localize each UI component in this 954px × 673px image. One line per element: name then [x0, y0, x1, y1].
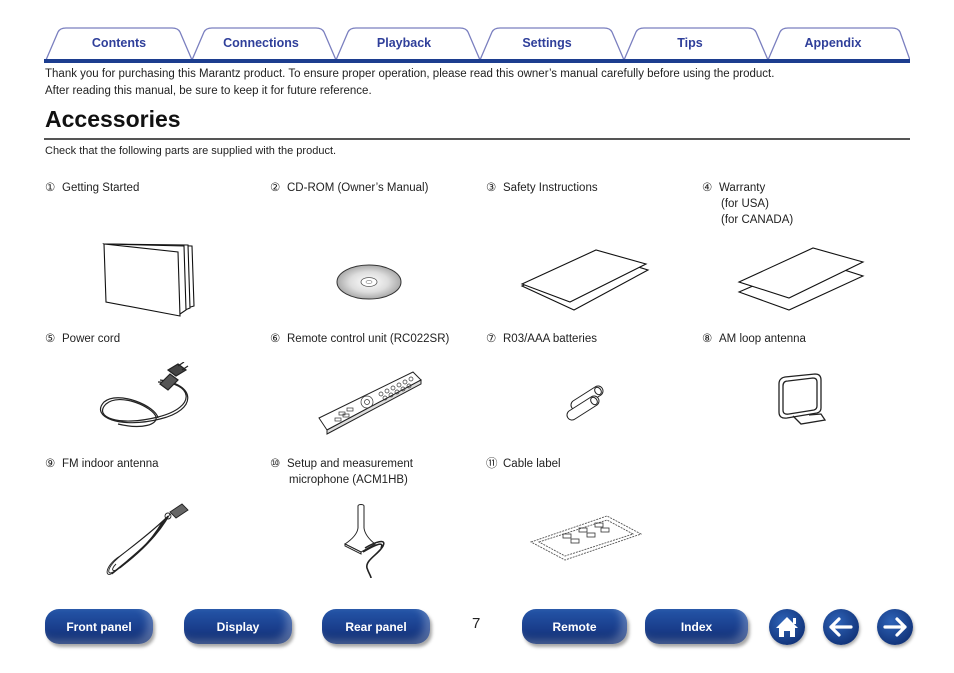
accessory-label-remote-control: ⑥ Remote control unit (RC022SR) — [270, 333, 450, 345]
arrow-right-icon — [883, 617, 907, 637]
remote-control-icon — [318, 371, 422, 435]
intro-line-1: Thank you for purchasing this Marantz pr… — [45, 68, 775, 80]
accessory-label-power-cord: ⑤ Power cord — [45, 333, 121, 345]
accessory-label-fm-antenna: ⑨ FM indoor antenna — [45, 458, 159, 470]
cable-label-icon — [529, 515, 643, 561]
accessory-label-batteries: ⑦ R03/AAA batteries — [486, 333, 597, 345]
accessory-label-safety-instructions: ③ Safety Instructions — [486, 182, 598, 194]
am-loop-antenna-icon — [778, 373, 827, 425]
tab-tips[interactable]: Tips — [635, 36, 745, 50]
rear-panel-button[interactable]: Rear panel — [322, 609, 430, 644]
page-title: Accessories — [45, 106, 181, 132]
tab-appendix[interactable]: Appendix — [778, 36, 888, 50]
section-subtext: Check that the following parts are suppl… — [45, 145, 337, 157]
accessory-label-am-loop-antenna: ⑧ AM loop antenna — [702, 333, 806, 345]
accessory-label-getting-started: ① Getting Started — [45, 182, 140, 194]
back-button[interactable] — [823, 609, 859, 645]
front-panel-button[interactable]: Front panel — [45, 609, 153, 644]
tab-contents[interactable]: Contents — [64, 36, 174, 50]
tab-settings[interactable]: Settings — [492, 36, 602, 50]
home-icon — [776, 617, 798, 637]
tab-playback[interactable]: Playback — [349, 36, 459, 50]
power-cord-icon — [100, 362, 189, 428]
tab-connections[interactable]: Connections — [206, 36, 316, 50]
accessory-label-warranty: ④ Warranty (for USA) (for CANADA) — [702, 182, 794, 226]
page-number: 7 — [472, 615, 481, 632]
batteries-icon — [566, 385, 604, 421]
home-button[interactable] — [769, 609, 805, 645]
top-tab-bar: Contents Connections Playback Settings T… — [44, 26, 910, 62]
forward-button[interactable] — [877, 609, 913, 645]
fm-antenna-icon — [106, 503, 189, 575]
microphone-icon — [344, 504, 385, 579]
warranty-sheets-icon — [737, 247, 865, 311]
index-button[interactable]: Index — [645, 609, 748, 644]
accessory-label-cd-rom: ② CD-ROM (Owner’s Manual) — [270, 182, 429, 194]
cd-rom-icon — [336, 264, 402, 300]
booklet-icon — [102, 243, 195, 317]
display-button[interactable]: Display — [184, 609, 292, 644]
header-rule — [44, 59, 910, 63]
accessory-label-cable-label: ⑪ Cable label — [486, 458, 561, 470]
intro-text: Thank you for purchasing this Marantz pr… — [45, 66, 774, 99]
intro-line-2: After reading this manual, be sure to ke… — [45, 84, 372, 97]
title-rule — [44, 138, 910, 140]
arrow-left-icon — [829, 617, 853, 637]
accessory-label-microphone: ⑩ Setup and measurement microphone (ACM1H… — [270, 458, 413, 486]
safety-sheets-icon — [520, 249, 650, 311]
remote-button[interactable]: Remote — [522, 609, 627, 644]
